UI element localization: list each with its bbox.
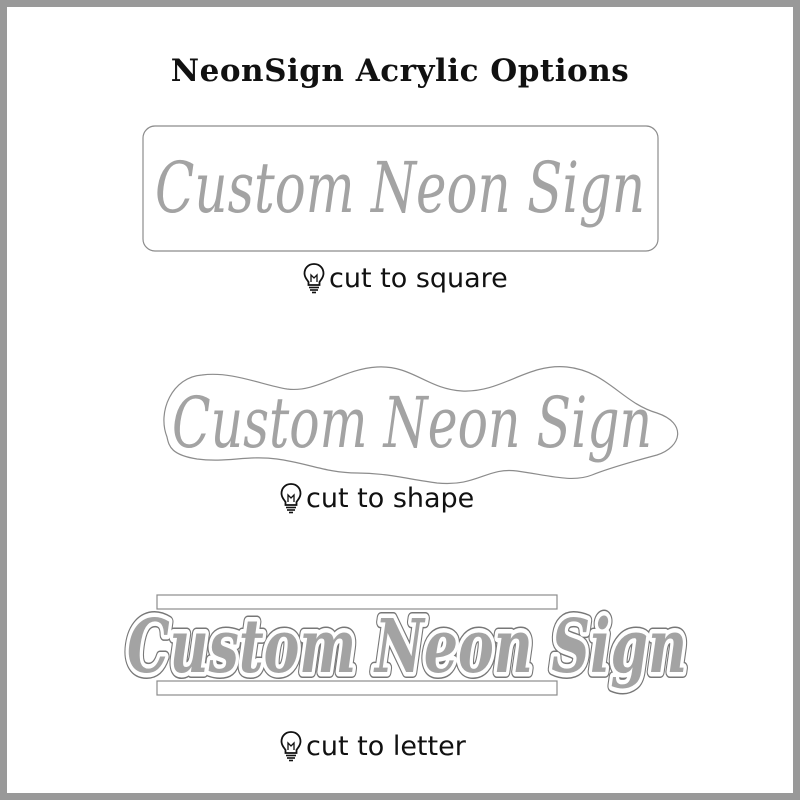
sign-text-shape: Custom Neon Sign xyxy=(172,382,652,464)
lightbulb-icon xyxy=(303,263,325,294)
option-cut-to-letter: Custom Neon Sign Custom Neon Sign Custom… xyxy=(7,577,793,777)
option-cut-to-square: Custom Neon Sign cut to square xyxy=(7,7,793,307)
option-cut-to-shape: Custom Neon Sign cut to shape xyxy=(7,337,793,537)
options-card: NeonSign Acrylic Options Custom Neon Sig… xyxy=(0,0,800,800)
caption-letter-label: cut to letter xyxy=(306,730,466,762)
caption-shape-label: cut to shape xyxy=(306,482,475,514)
sign-text-square: Custom Neon Sign xyxy=(155,147,645,229)
lightbulb-icon xyxy=(280,731,302,762)
caption-shape: cut to shape xyxy=(279,482,474,514)
caption-square-label: cut to square xyxy=(329,262,508,294)
sign-text-letter: Custom Neon Sign xyxy=(127,604,687,690)
lightbulb-icon xyxy=(280,483,302,514)
caption-square: cut to square xyxy=(302,262,508,294)
caption-letter: cut to letter xyxy=(279,730,466,762)
